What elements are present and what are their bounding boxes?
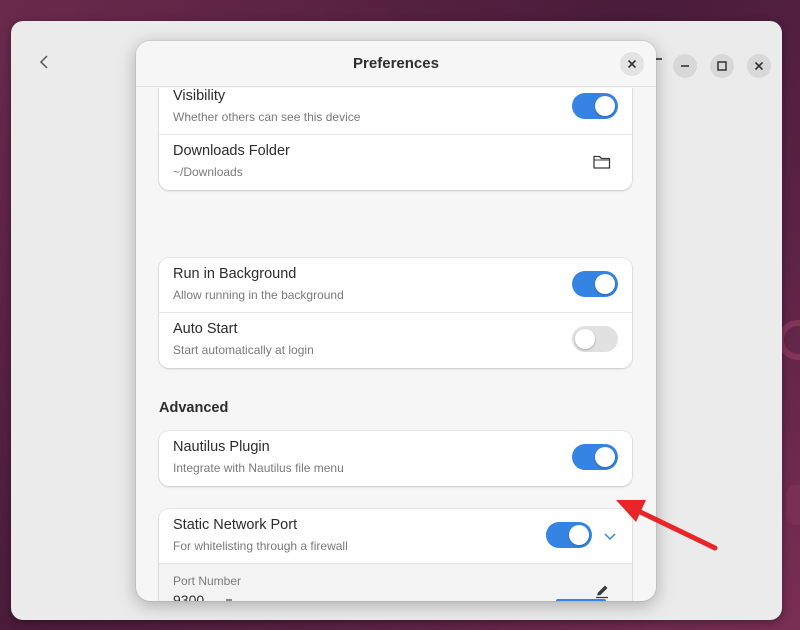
static-port-group: Static Network Port For whitelisting thr…	[159, 509, 632, 601]
nautilus-plugin-title: Nautilus Plugin	[173, 439, 270, 455]
static-network-port-row[interactable]: Static Network Port For whitelisting thr…	[159, 509, 632, 564]
close-icon	[754, 61, 764, 71]
port-number-value[interactable]: 9300	[173, 592, 204, 601]
maximize-icon	[717, 61, 727, 71]
dialog-header: Preferences	[136, 41, 656, 87]
minimize-icon	[681, 65, 689, 67]
static-network-port-title: Static Network Port	[173, 517, 298, 533]
downloads-folder-row[interactable]: Downloads Folder ~/Downloads	[159, 135, 632, 190]
maximize-button[interactable]	[710, 54, 734, 78]
dialog-close-button[interactable]	[620, 52, 644, 76]
startup-group: Run in Background Allow running in the b…	[159, 258, 632, 368]
run-in-background-row: Run in Background Allow running in the b…	[159, 258, 632, 313]
window-close-button[interactable]	[747, 54, 771, 78]
dialog-title: Preferences	[353, 55, 439, 72]
nautilus-plugin-subtitle: Integrate with Nautilus file menu	[173, 461, 344, 475]
chevron-left-icon	[39, 55, 48, 69]
minimize-button[interactable]	[673, 54, 697, 78]
advanced-heading: Advanced	[159, 400, 229, 416]
back-button[interactable]	[33, 51, 55, 73]
port-number-label: Port Number	[173, 574, 242, 588]
general-group: Visibility Whether others can see this d…	[159, 88, 632, 190]
static-network-port-subtitle: For whitelisting through a firewall	[173, 539, 348, 553]
dialog-body[interactable]: Visibility Whether others can see this d…	[136, 88, 656, 601]
nautilus-group: Nautilus Plugin Integrate with Nautilus …	[159, 431, 632, 486]
downloads-folder-path: ~/Downloads	[173, 165, 243, 179]
visibility-title: Visibility	[173, 88, 226, 104]
preferences-dialog: Preferences Visibility Whether others ca…	[136, 41, 656, 601]
port-number-row[interactable]: Port Number 9300	[159, 564, 632, 601]
run-in-background-toggle[interactable]	[572, 271, 618, 297]
nautilus-plugin-toggle[interactable]	[572, 444, 618, 470]
visibility-toggle[interactable]	[572, 93, 618, 119]
auto-start-subtitle: Start automatically at login	[173, 343, 314, 357]
run-in-background-title: Run in Background	[173, 266, 297, 282]
close-icon	[627, 59, 637, 69]
scroll-content-edge	[556, 599, 606, 601]
run-in-background-subtitle: Allow running in the background	[173, 288, 344, 302]
scroll-content-edge	[226, 599, 232, 601]
nautilus-plugin-row: Nautilus Plugin Integrate with Nautilus …	[159, 431, 632, 486]
desktop-decoration	[786, 485, 800, 525]
auto-start-row: Auto Start Start automatically at login	[159, 313, 632, 368]
edit-icon[interactable]	[594, 583, 610, 599]
annotation-arrow-icon	[616, 500, 718, 551]
downloads-folder-title: Downloads Folder	[173, 143, 290, 159]
static-network-port-toggle[interactable]	[546, 522, 592, 548]
folder-icon[interactable]	[592, 153, 612, 171]
visibility-subtitle: Whether others can see this device	[173, 110, 361, 124]
auto-start-title: Auto Start	[173, 321, 238, 337]
visibility-row: Visibility Whether others can see this d…	[159, 88, 632, 135]
auto-start-toggle[interactable]	[572, 326, 618, 352]
